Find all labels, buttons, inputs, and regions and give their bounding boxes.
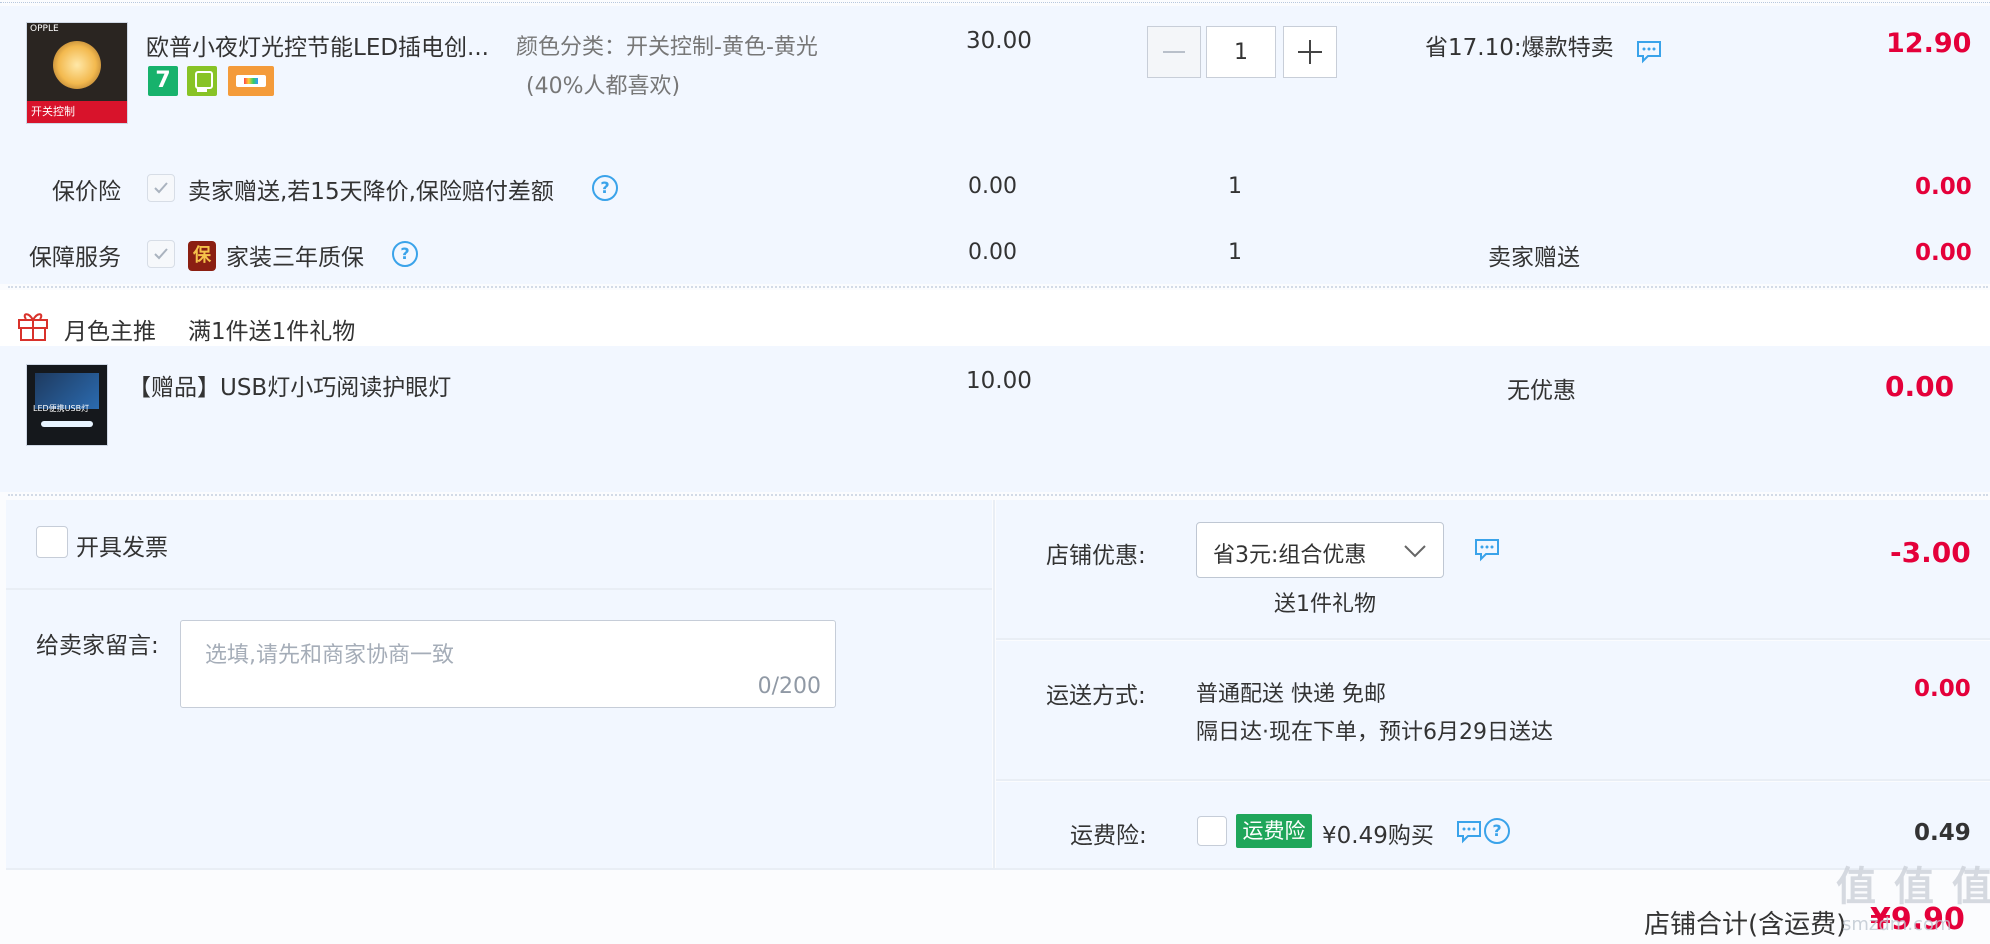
top-divider [0, 2, 1990, 3]
shipping-panel [996, 641, 1990, 779]
total-label: 店铺合计(含运费) [1644, 910, 1847, 940]
price-protection-label: 保价险 [52, 179, 121, 205]
watermark-site: smzdm.com [1842, 914, 1952, 935]
price-protection-subtotal: 0.00 [1915, 174, 1972, 200]
gift-subtotal: 0.00 [1885, 370, 1955, 403]
shipping-method: 普通配送 快递 免邮 [1196, 682, 1386, 707]
product-unit-price: 30.00 [966, 28, 1032, 54]
freight-chat-icon[interactable] [1456, 820, 1482, 844]
sku-popularity: (40%人都喜欢) [526, 74, 681, 99]
freight-insurance-desc: ¥0.49购买 [1322, 823, 1434, 849]
gift-price: 10.00 [966, 368, 1032, 394]
shipping-amount: 0.00 [1914, 676, 1971, 702]
lamp-image [53, 41, 101, 89]
thumb-caption: 开关控制 [31, 105, 75, 118]
freight-insurance-checkbox[interactable] [1197, 816, 1227, 846]
product-title[interactable]: 欧普小夜灯光控节能LED插电创... [146, 28, 489, 62]
quantity-input[interactable]: 1 [1206, 26, 1276, 78]
store-discount-selected: 省3元:组合优惠 [1213, 543, 1367, 568]
plug-service-icon [187, 66, 217, 96]
freight-insurance-label: 运费险: [1070, 823, 1147, 849]
message-textarea[interactable]: 选填,请先和商家协商一致 0/200 [180, 620, 836, 708]
gift-thumbnail[interactable]: LED便携USB灯 [26, 364, 108, 446]
invoice-label[interactable]: 开具发票 [76, 528, 168, 562]
warranty-label: 保障服务 [29, 245, 121, 271]
panel-divider [996, 638, 1990, 640]
thumb-brand: OPPLE [30, 24, 59, 34]
promo-chat-icon[interactable] [1636, 40, 1661, 64]
product-promo[interactable]: 省17.10:爆款特卖 [1425, 28, 1614, 62]
warranty-subtotal: 0.00 [1915, 240, 1972, 266]
store-discount-note: 送1件礼物 [1274, 592, 1376, 617]
section-divider [8, 286, 1988, 288]
help-icon[interactable]: ? [1484, 818, 1510, 844]
gift-thumb-caption: LED便携USB灯 [33, 404, 90, 413]
warranty-checkbox[interactable] [147, 240, 175, 268]
section-divider [8, 494, 1988, 496]
gift-promo: 无优惠 [1507, 378, 1576, 404]
price-protection-desc: 卖家赠送,若15天降价,保险赔付差额 [188, 179, 554, 205]
product-thumbnail[interactable]: OPPLE 开关控制 [26, 22, 128, 124]
panel-divider [6, 588, 992, 590]
gift-title[interactable]: 【赠品】USB灯小巧阅读护眼灯 [128, 368, 451, 402]
help-icon[interactable]: ? [592, 175, 618, 201]
help-icon[interactable]: ? [392, 241, 418, 267]
store-discount-amount: -3.00 [1890, 536, 1971, 569]
watermark-logo: 值 值 值 [1836, 864, 1990, 910]
quantity-increase-button[interactable] [1283, 26, 1337, 78]
warranty-desc: 家装三年质保 [226, 245, 364, 271]
freight-insurance-badge: 运费险 [1236, 814, 1312, 848]
quantity-decrease-button[interactable] [1147, 26, 1201, 78]
minus-icon [1163, 51, 1185, 53]
tmall-7day-return-icon: 7 [148, 66, 178, 96]
price-protection-qty: 1 [1228, 174, 1242, 199]
plus-icon [1298, 40, 1322, 64]
discount-chat-icon[interactable] [1474, 538, 1500, 562]
message-label: 给卖家留言: [36, 633, 159, 659]
gift-store-name: 月色主推 [64, 319, 156, 345]
panel-divider [6, 868, 1990, 870]
price-protection-price: 0.00 [968, 174, 1017, 199]
product-subtotal: 12.90 [1886, 28, 1972, 59]
panel-divider [993, 500, 995, 870]
thumb-banner: 开关控制 [27, 101, 127, 123]
warranty-badge-icon: 保 [188, 241, 216, 271]
price-protection-checkbox[interactable] [147, 174, 175, 202]
sku-value: 开关控制-黄色-黄光 [626, 35, 818, 60]
message-placeholder: 选填,请先和商家协商一致 [205, 643, 454, 668]
shipping-label: 运送方式: [1046, 683, 1146, 709]
shipping-eta: 隔日达·现在下单，预计6月29日送达 [1196, 720, 1553, 745]
store-discount-label: 店铺优惠: [1046, 543, 1146, 569]
gift-icon [16, 308, 50, 342]
chevron-down-icon [1403, 539, 1427, 563]
sku-label: 颜色分类：开关控制-黄色-黄光 [516, 35, 818, 60]
message-counter: 0/200 [757, 674, 821, 699]
gift-rule: 满1件送1件礼物 [188, 319, 356, 345]
store-discount-select[interactable]: 省3元:组合优惠 [1196, 522, 1444, 578]
panel-divider [996, 779, 1990, 781]
freight-insurance-amount: 0.49 [1914, 820, 1971, 846]
card-payment-icon [228, 66, 274, 96]
warranty-promo: 卖家赠送 [1488, 245, 1580, 271]
invoice-checkbox[interactable] [36, 526, 68, 558]
warranty-price: 0.00 [968, 240, 1017, 265]
warranty-qty: 1 [1228, 240, 1242, 265]
